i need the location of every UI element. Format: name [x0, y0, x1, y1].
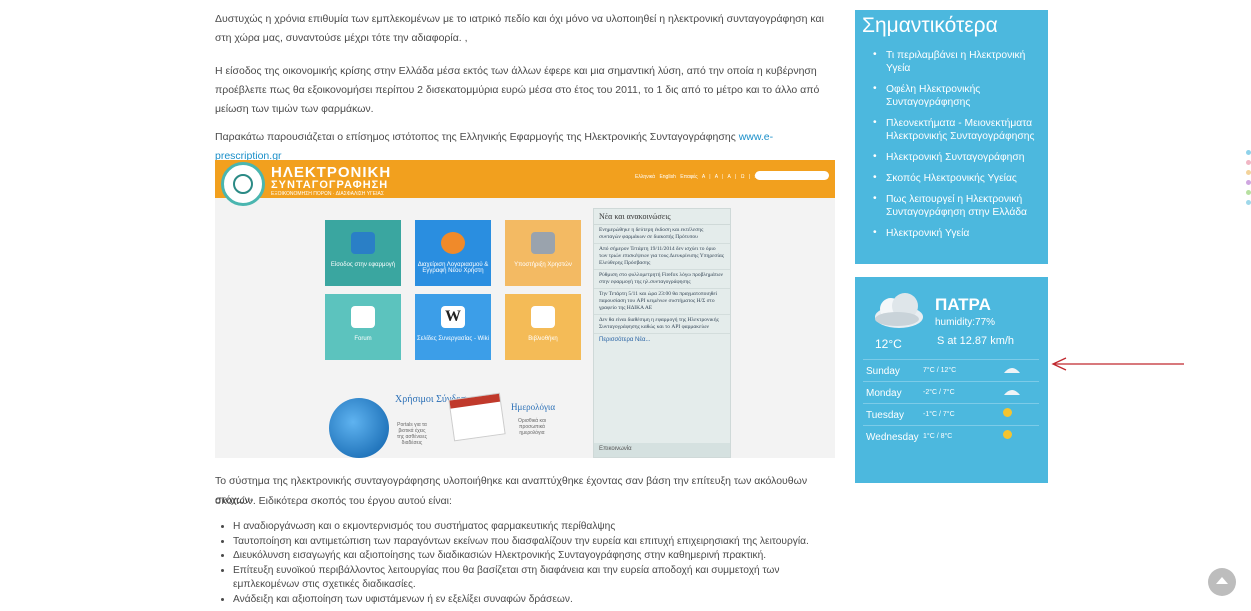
dot-icon	[1246, 170, 1251, 175]
library-icon	[531, 306, 555, 328]
list-item: Ανάδειξη και αξιοποίηση των υφιστάμενων …	[233, 593, 843, 608]
news-panel: Νέα και ανακοινώσεις Ενημερώθηκε η δεύτε…	[593, 208, 731, 458]
sun-icon	[1003, 408, 1012, 417]
tile-login: Είσοδος στην εφαρμογή	[325, 220, 401, 286]
tile-support: Υποστήριξη Χρηστών	[505, 220, 581, 286]
important-sidebar: Σημαντικότερα Τι περιλαμβάνει η Ηλεκτρον…	[855, 10, 1048, 264]
news-item: Δεν θα είναι διαθέσιμη η εφαρμογή της Ηλ…	[594, 315, 730, 334]
forecast-day: Tuesday	[866, 410, 904, 421]
calendar-subtitle: Ορισθικά και προσωπικά ημερολόγια	[518, 418, 546, 436]
sidebar-item[interactable]: Ηλεκτρονική Υγεία	[855, 226, 1048, 240]
forecast-row: Tuesday -1°C / 7°C	[863, 403, 1039, 426]
forecast-range: -2°C / 7°C	[923, 389, 955, 396]
weather-widget: ΠΑΤΡΑ humidity:77% 12°C S at 12.87 km/h …	[855, 277, 1048, 483]
paragraph-1: Δυστυχώς η χρόνια επιθυμία των εμπλεκομέ…	[215, 13, 824, 44]
wiki-icon: W	[441, 306, 465, 328]
user-icon	[441, 232, 465, 254]
forecast-row: Wednesday 1°C / 8°C	[863, 425, 1039, 448]
list-item: Διευκόλυνση εισαγωγής και αξιοποίησης τω…	[233, 549, 843, 564]
chat-icon	[351, 306, 375, 328]
useful-links-subtitle: Portals για τα βιοτικά έχεις της ασθένει…	[396, 422, 428, 446]
cloud-icon	[1004, 390, 1020, 395]
scroll-to-top-button[interactable]	[1208, 568, 1236, 596]
logo-icon	[221, 162, 265, 206]
weather-humidity: humidity:77%	[935, 317, 996, 328]
paragraph-2: Η είσοδος της οικονομικής κρίσης στην Ελ…	[215, 65, 820, 115]
cloud-icon	[1004, 368, 1020, 373]
news-item: Ενημερώθηκε η δεύτερη έκδοση και εκτέλεσ…	[594, 225, 730, 244]
paragraph-3-text: Παρακάτω παρουσιάζεται ο επίσημος ιστότο…	[215, 131, 736, 143]
screenshot-search	[755, 171, 829, 180]
news-title: Νέα και ανακοινώσεις	[594, 209, 730, 225]
sidebar-list: Τι περιλαμβάνει η Ηλεκτρονική Υγεία Οφέλ…	[855, 48, 1048, 247]
forecast-row: Sunday 7°C / 12°C	[863, 359, 1039, 382]
calendar-title: Ημερολόγια	[511, 402, 556, 412]
tile-wiki: W Σελίδες Συνεργασίας - Wiki	[415, 294, 491, 360]
forecast-range: -1°C / 7°C	[923, 411, 955, 418]
dot-icon	[1246, 160, 1251, 165]
screenshot-tagline: ΕΞΟΙΚΟΝΟΜΗΣΗ ΠΟΡΩΝ · ΔΙΑΣΦΑΛΙΣΗ ΥΓΕΙΑΣ	[271, 191, 384, 197]
forecast-day: Sunday	[866, 366, 900, 377]
dot-icon	[1246, 180, 1251, 185]
screenshot-nav: Ελληνικά English Επαφές Α | Α | Α | Ω | …	[635, 174, 759, 180]
screenshot-subtitle: ΣΥΝΤΑΓΟΓΡΑΦΗΣΗ	[271, 179, 389, 191]
sidebar-item[interactable]: Πως λειτουργεί η Ηλεκτρονική Συνταγογράφ…	[855, 192, 1048, 219]
news-item: Από σήμερον Τετάρτη 19/11/2014 δεν ισχύε…	[594, 244, 730, 270]
news-item: Την Τετάρτη 5/11 και ώρα 23:00 θα πραγμα…	[594, 289, 730, 315]
forecast-range: 1°C / 8°C	[923, 433, 953, 440]
book-icon	[531, 232, 555, 254]
tile-forum: Forum	[325, 294, 401, 360]
sun-icon	[1003, 430, 1012, 439]
forecast-range: 7°C / 12°C	[923, 367, 957, 374]
dot-icon	[1246, 200, 1251, 205]
annotation-arrow-icon	[1051, 357, 1184, 371]
paragraph-5: σκοπών. Ειδικότερα σκοπός του έργου αυτο…	[215, 495, 452, 507]
list-item: Η αναδιοργάνωση και ο εκμοντερνισμός του…	[233, 520, 843, 535]
list-item: Ταυτοποίηση και αντιμετώπιση των παραγόν…	[233, 535, 843, 550]
news-item: Ρύθμιση στο φυλλομετρητή Firefox λόγω πρ…	[594, 270, 730, 289]
forecast-day: Wednesday	[866, 432, 919, 443]
forecast-row: Monday -2°C / 7°C	[863, 381, 1039, 404]
dot-icon	[1246, 190, 1251, 195]
screenshot-header: ΗΛΕΚΤΡΟΝΙΚΗ ΣΥΝΤΑΓΟΓΡΑΦΗΣΗ ΕΞΟΙΚΟΝΟΜΗΣΗ …	[215, 160, 835, 206]
globe-icon	[329, 398, 389, 458]
sidebar-item[interactable]: Οφέλη Ηλεκτρονικής Συνταγογράφησης	[855, 82, 1048, 109]
list-item: Επίτευξη ευνοϊκού περιβάλλοντος λειτουργ…	[233, 564, 843, 593]
dot-icon	[1246, 150, 1251, 155]
sidebar-item[interactable]: Τι περιλαμβάνει η Ηλεκτρονική Υγεία	[855, 48, 1048, 75]
news-footer: Επικοινωνία	[594, 443, 730, 457]
cloud-icon	[875, 293, 923, 328]
goals-list: Η αναδιοργάνωση και ο εκμοντερνισμός του…	[215, 520, 843, 607]
sidebar-item[interactable]: Πλεονεκτήματα - Μειονεκτήματα Ηλεκτρονικ…	[855, 116, 1048, 143]
monitor-icon	[351, 232, 375, 254]
tile-library: Βιβλιοθήκη	[505, 294, 581, 360]
tile-account: Διαχείριση Λογαριασμού & Εγγραφή Νέου Χρ…	[415, 220, 491, 286]
sidebar-item[interactable]: Ηλεκτρονική Συνταγογράφηση	[855, 150, 1048, 164]
news-more: Περισσότερα Νέα...	[599, 337, 651, 343]
weather-temp: 12°C	[875, 337, 902, 351]
calendar-icon	[448, 392, 506, 442]
eprescription-site-screenshot: ΗΛΕΚΤΡΟΝΙΚΗ ΣΥΝΤΑΓΟΓΡΑΦΗΣΗ ΕΞΟΙΚΟΝΟΜΗΣΗ …	[215, 160, 835, 458]
weather-city: ΠΑΤΡΑ	[935, 295, 991, 314]
forecast-day: Monday	[866, 388, 902, 399]
sidebar-item[interactable]: Σκοπός Ηλεκτρονικής Υγείας	[855, 171, 1048, 185]
weather-wind: S at 12.87 km/h	[937, 335, 1015, 347]
sidebar-title: Σημαντικότερα	[862, 14, 998, 37]
side-dots	[1246, 150, 1251, 210]
